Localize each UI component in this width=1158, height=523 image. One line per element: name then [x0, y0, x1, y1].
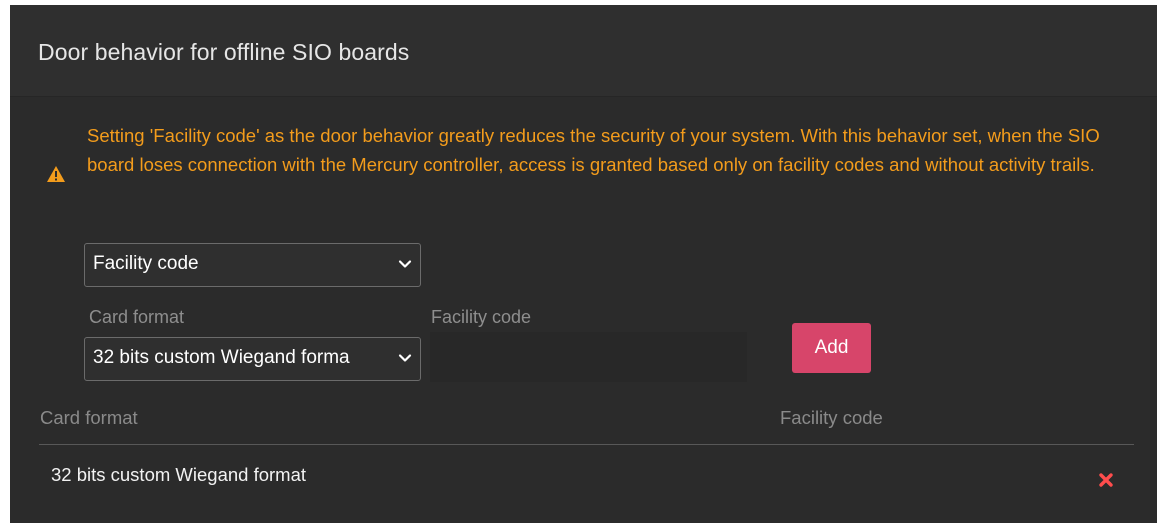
- chevron-down-icon: [398, 354, 412, 362]
- column-header-facility-code: Facility code: [780, 407, 883, 428]
- door-behavior-value: Facility code: [93, 253, 199, 274]
- facility-code-input[interactable]: [430, 332, 747, 382]
- offline-sio-dialog: Door behavior for offline SIO boards Set…: [10, 5, 1157, 523]
- door-behavior-select[interactable]: Facility code: [84, 243, 421, 287]
- add-button[interactable]: Add: [792, 323, 871, 373]
- warning-icon: [47, 166, 65, 182]
- row-card-format: 32 bits custom Wiegand format: [51, 464, 306, 485]
- card-format-value: 32 bits custom Wiegand forma: [93, 347, 350, 368]
- chevron-down-icon: [398, 260, 412, 268]
- card-format-select[interactable]: 32 bits custom Wiegand forma: [84, 337, 421, 381]
- close-icon[interactable]: [1098, 472, 1114, 488]
- table-row: 32 bits custom Wiegand format: [10, 445, 1157, 505]
- card-format-label: Card format: [89, 307, 185, 327]
- dialog-title: Door behavior for offline SIO boards: [38, 39, 410, 65]
- warning-text: Setting 'Facility code' as the door beha…: [87, 125, 1100, 175]
- facility-code-label: Facility code: [431, 307, 532, 327]
- column-header-card-format: Card format: [40, 407, 138, 428]
- dialog-header: Door behavior for offline SIO boards: [10, 5, 1157, 97]
